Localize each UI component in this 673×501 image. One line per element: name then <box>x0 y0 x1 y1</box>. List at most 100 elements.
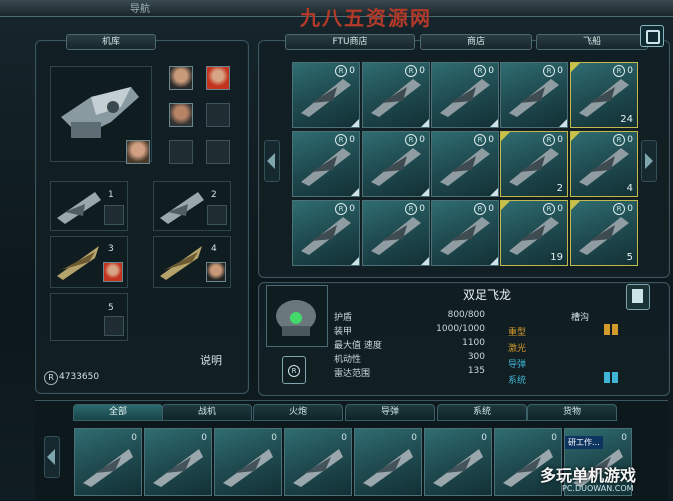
pilot-portrait[interactable] <box>126 140 150 164</box>
item-qty: 0 <box>627 204 633 214</box>
credits-icon: R <box>44 371 58 385</box>
tab-ships[interactable]: 飞船 <box>536 34 648 50</box>
inventory-card[interactable]: 0 <box>424 428 492 496</box>
item-count: 4 <box>626 183 633 194</box>
fighter-ship-icon <box>57 192 101 224</box>
shop-next-arrow[interactable] <box>641 140 657 182</box>
stat-value: 1000/1000 <box>436 324 485 334</box>
slot-number: 3 <box>108 244 114 254</box>
fighter-ship-icon <box>57 246 99 280</box>
pilot-portrait[interactable] <box>169 66 193 90</box>
card-corner-icon <box>490 119 498 127</box>
shop-item-card[interactable]: R0 <box>292 62 360 128</box>
shop-prev-arrow[interactable] <box>264 140 280 182</box>
empty-pilot-slot[interactable] <box>104 316 124 336</box>
document-icon[interactable] <box>626 284 650 310</box>
item-qty: 0 <box>627 66 633 76</box>
inventory-tab[interactable]: 系统 <box>437 404 527 421</box>
card-corner-icon <box>559 119 567 127</box>
shop-item-card[interactable]: R0 <box>362 62 430 128</box>
card-corner-icon <box>351 119 359 127</box>
card-corner-icon <box>421 119 429 127</box>
slot-number: 2 <box>211 190 217 200</box>
shop-item-card[interactable]: R0 <box>431 131 499 197</box>
overlay-badge: 研工作... <box>565 436 603 449</box>
shop-item-card[interactable]: R0 4 <box>570 131 638 197</box>
inventory-tab[interactable]: 导弹 <box>345 404 435 421</box>
pilot-portrait[interactable] <box>103 262 123 282</box>
shop-item-card[interactable]: R0 5 <box>570 200 638 266</box>
ship-icon <box>509 79 559 117</box>
shop-item-card[interactable]: R 0 19 <box>500 200 568 266</box>
credits-icon: R <box>474 203 486 215</box>
empty-pilot-slot[interactable] <box>207 205 227 225</box>
inventory-tab[interactable]: 货物 <box>527 404 617 421</box>
item-qty: 0 <box>201 433 207 443</box>
empty-pilot-slot[interactable] <box>104 205 124 225</box>
shop-item-card[interactable]: R0 <box>362 131 430 197</box>
inventory-card[interactable]: 0 <box>144 428 212 496</box>
credits-icon: R <box>405 203 417 215</box>
empty-pilot-slot[interactable] <box>206 140 230 164</box>
item-qty: 0 <box>271 433 277 443</box>
inventory-prev-arrow[interactable] <box>44 436 60 478</box>
shop-item-card[interactable]: R0 <box>292 200 360 266</box>
fighter-ship-icon <box>160 246 202 280</box>
system-slot-indicator <box>612 372 618 383</box>
item-qty: 0 <box>419 135 425 145</box>
pilot-portrait[interactable] <box>206 66 230 90</box>
item-qty: 0 <box>627 135 633 145</box>
item-qty: 0 <box>621 433 627 443</box>
credits-icon: R <box>543 203 555 215</box>
tab-ftu-shop[interactable]: FTU商店 <box>285 34 415 50</box>
inventory-tab[interactable]: 火炮 <box>253 404 343 421</box>
inventory-card[interactable]: 0 <box>284 428 352 496</box>
shop-item-card[interactable]: R0 <box>292 131 360 197</box>
tab-shop[interactable]: 商店 <box>420 34 532 50</box>
shop-item-card[interactable]: R0 <box>431 62 499 128</box>
stat-label: 护盾 <box>334 313 353 323</box>
stat-value: 135 <box>467 366 485 376</box>
pilot-portrait[interactable] <box>169 103 193 127</box>
ship-icon <box>301 79 351 117</box>
credits-icon: R <box>405 65 417 77</box>
item-count: 19 <box>550 252 563 263</box>
item-qty: 0 <box>557 66 563 76</box>
exchange-icon[interactable]: R <box>282 356 306 384</box>
shop-item-card[interactable]: R0 <box>500 62 568 128</box>
credits-icon: R <box>474 65 486 77</box>
empty-pilot-slot[interactable] <box>169 140 193 164</box>
item-qty: 0 <box>488 66 494 76</box>
shop-item-card[interactable]: R 0 24 <box>570 62 638 128</box>
heavy-slot-indicator <box>612 324 618 335</box>
shop-item-card[interactable]: R0 2 <box>500 131 568 197</box>
shop-item-card[interactable]: R0 <box>362 200 430 266</box>
item-count: 2 <box>556 183 563 194</box>
detail-ship-slot <box>266 285 328 347</box>
slot-number: 4 <box>211 244 217 254</box>
tab-hangar[interactable]: 机库 <box>66 34 156 50</box>
ship-icon <box>440 79 490 117</box>
inventory-card[interactable]: 0 <box>74 428 142 496</box>
item-qty: 0 <box>419 204 425 214</box>
nav-button[interactable]: 导航 <box>95 0 185 15</box>
duowan-logo: 多玩单机游戏 <box>540 466 637 485</box>
stat-value: 800/800 <box>447 310 485 320</box>
pilot-portrait[interactable] <box>206 262 226 282</box>
inventory-tab[interactable]: 战机 <box>162 404 252 421</box>
inventory-tab[interactable]: 全部 <box>73 404 163 421</box>
empty-pilot-slot[interactable] <box>206 103 230 127</box>
stat-value: 1100 <box>462 338 485 348</box>
slot-category: 重型 <box>508 328 527 338</box>
help-label[interactable]: 说明 <box>200 352 222 368</box>
ship-name: 双足飞龙 <box>463 288 512 302</box>
watermark: 九八五资源网 <box>300 6 432 30</box>
inventory-card[interactable]: 0 <box>354 428 422 496</box>
inventory-card[interactable]: 0 <box>214 428 282 496</box>
ship-icon <box>440 148 490 186</box>
credits-icon: R <box>335 65 347 77</box>
back-icon[interactable] <box>640 25 664 47</box>
item-qty: 0 <box>481 433 487 443</box>
credits-icon: R <box>543 134 555 146</box>
shop-item-card[interactable]: R0 <box>431 200 499 266</box>
